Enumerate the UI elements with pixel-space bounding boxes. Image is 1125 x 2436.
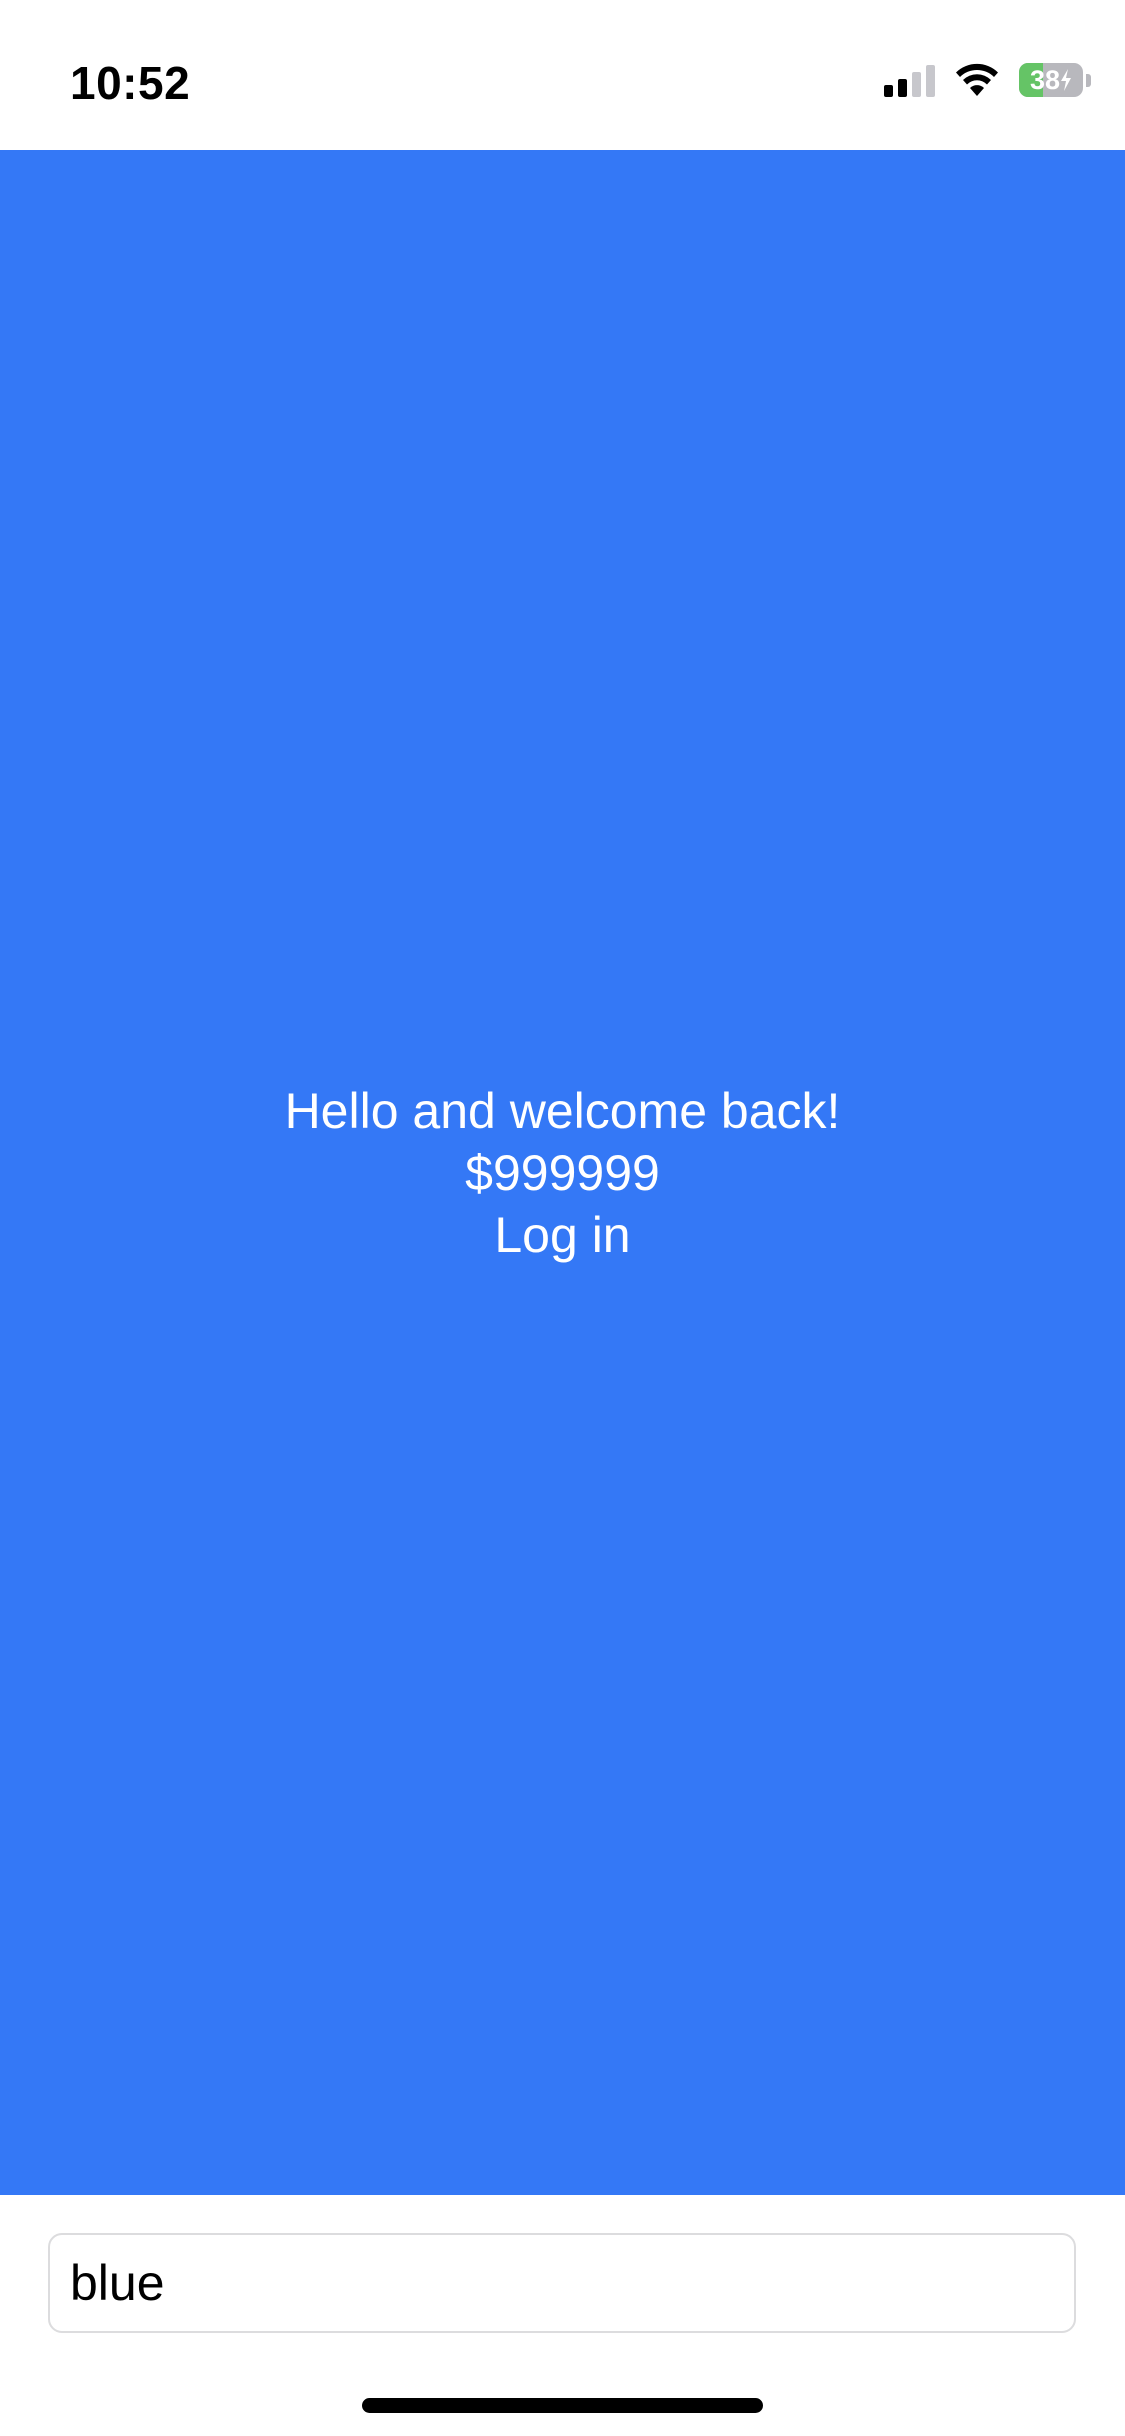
text-input[interactable] bbox=[48, 2233, 1076, 2333]
status-bar: 10:52 38 bbox=[0, 0, 1125, 150]
status-time: 10:52 bbox=[70, 57, 191, 109]
bottom-input-area bbox=[0, 2195, 1125, 2436]
charging-bolt-icon bbox=[1061, 69, 1072, 91]
battery-percentage: 38 bbox=[1029, 64, 1061, 95]
login-link[interactable]: Log in bbox=[494, 1204, 630, 1266]
wifi-icon bbox=[956, 63, 998, 96]
balance-text: $999999 bbox=[465, 1144, 660, 1201]
battery-icon: 38 bbox=[1019, 63, 1083, 97]
greeting-text: Hello and welcome back! bbox=[284, 1082, 841, 1139]
status-icons: 38 bbox=[884, 58, 1091, 102]
welcome-panel: Hello and welcome back! $999999 Log in bbox=[0, 150, 1125, 2195]
battery-cap bbox=[1086, 73, 1091, 87]
cellular-signal-icon bbox=[884, 63, 935, 97]
home-indicator[interactable] bbox=[362, 2398, 763, 2413]
app-screen: 10:52 38 Hello and welcome back! $999999… bbox=[0, 0, 1125, 2436]
